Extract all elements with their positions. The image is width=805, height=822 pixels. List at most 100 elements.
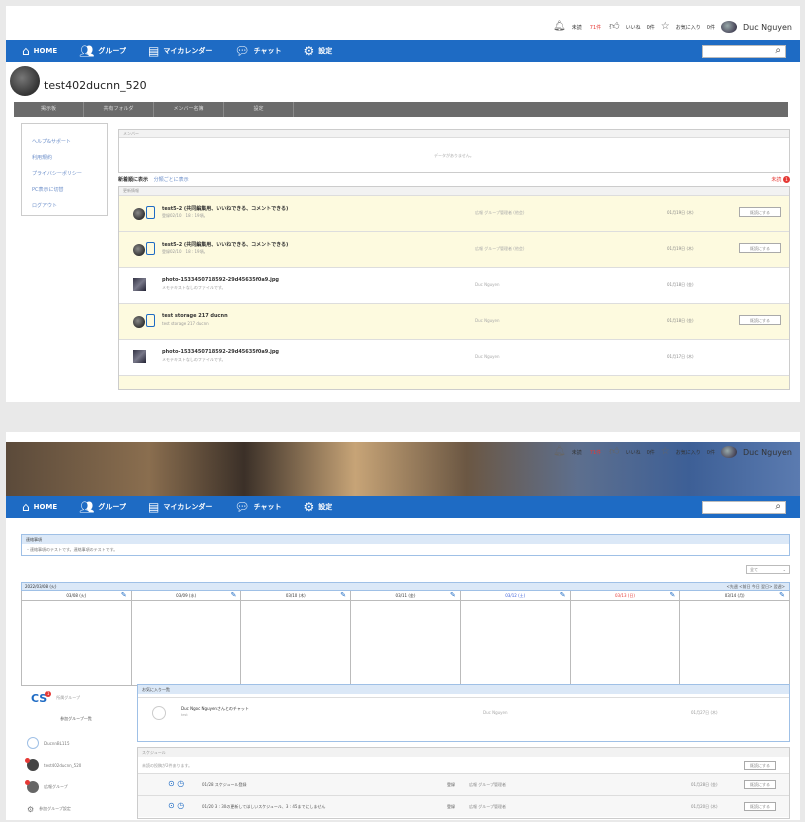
mark-read-button[interactable]: 既読にする [739,315,781,325]
likes-label[interactable]: いいね [626,24,641,31]
schedule-title[interactable]: 01/28 スケジュール登録 [202,782,247,788]
list-item[interactable]: ⊙ ◷ 01/20 3 : 30の更新してほしいスケジュール、3 : 45までに… [138,795,789,817]
avatar[interactable] [720,446,737,458]
list-item[interactable]: test5-2 (共同編集用、いいねできる、コメントできる) 登録02/10 1… [119,231,789,267]
sidebar-item-group-settings[interactable]: ⚙ 参加グループ設定 [21,798,131,820]
calendar-day-cell[interactable] [680,601,789,685]
edit-icon[interactable]: ✎ [121,590,127,600]
sidebar-item-pc-view[interactable]: PC表示に切替 [32,186,107,193]
group-icon: 👥︎ [79,44,95,58]
item-title[interactable]: photo-1533450718592-29d45635f0a9.jpg [162,349,279,355]
item-title[interactable]: photo-1533450718592-29d45635f0a9.jpg [162,277,279,283]
bell-icon[interactable]: 🔔︎ [553,447,566,457]
tab-board[interactable]: 掲示板 [14,102,84,117]
item-title[interactable]: test5-2 (共同編集用、いいねできる、コメントできる) [162,241,288,248]
nav-settings[interactable]: ⚙ 設定 [304,44,333,58]
calendar-nav[interactable]: <先週 <前日 今日 翌日> 翌週> [727,583,786,591]
nav-home[interactable]: ⌂ HOME [22,44,57,58]
calendar-day-cell[interactable] [461,601,570,685]
item-title[interactable]: test storage 217 ducnn [162,313,228,319]
nav-chat[interactable]: 💬︎ チャット [234,500,281,514]
nav-calendar[interactable]: ▤ マイカレンダー [148,500,212,514]
calendar-day-cell[interactable] [351,601,460,685]
schedule-title[interactable]: 01/20 3 : 30の更新してほしいスケジュール、3 : 45までにしません [202,804,325,810]
nav-settings[interactable]: ⚙ 設定 [304,500,333,514]
calendar-day-cell[interactable] [22,601,131,685]
like-icon[interactable]: 👍︎ [609,447,619,457]
fav-label[interactable]: お気に入り [676,449,701,456]
group-tabs: 掲示板 共有フォルダ メンバー名簿 設定 [14,102,788,117]
cs-logo[interactable]: CS 1 所属グループ [21,686,131,710]
sidebar-item-privacy[interactable]: プライバシーポリシー [32,170,107,177]
fav-label[interactable]: お気に入り [676,24,701,31]
bell-icon[interactable]: 🔔︎ [553,22,566,32]
list-item[interactable]: photo-1533450718592-29d45635f0a9.jpg メモテ… [119,339,789,375]
edit-icon[interactable]: ✎ [450,590,456,600]
sort-by-category-link[interactable]: 分類ごとに表示 [154,177,189,183]
search-icon[interactable]: ⌕ [775,501,781,512]
nav-group[interactable]: 👥︎ グループ [79,500,126,514]
calendar-day-column[interactable]: 03/11 (金) ✎ [351,591,461,686]
mark-all-read-button[interactable]: 既読にする [744,761,776,770]
calendar-day-header: 03/10 (木) ✎ [241,590,351,601]
list-item[interactable]: photo-1533450718592-29d45635f0a9.jpg メモテ… [119,267,789,303]
sidebar-item-group[interactable]: DucnnBL115 [21,732,131,754]
tab-member-list[interactable]: メンバー名簿 [154,102,224,117]
filter-select[interactable]: 全て ⌄ [746,565,790,574]
tab-shared-folder[interactable]: 共有フォルダ [84,102,154,117]
unread-label[interactable]: 未読 [572,24,582,31]
mark-read-button[interactable]: 既読にする [739,243,781,253]
user-name[interactable]: Duc Nguyen [743,23,792,32]
mark-read-button[interactable]: 既読にする [739,207,781,217]
nav-chat[interactable]: 💬︎ チャット [234,44,281,58]
calendar-day-column[interactable]: 03/14 (月) ✎ [680,590,791,686]
mark-read-button[interactable]: 既読にする [744,802,776,811]
list-item[interactable]: ⊙ ◷ 01/28 スケジュール登録 登録 広報 グループ管理者 01月28日 … [138,773,789,795]
sort-newest[interactable]: 新着順に表示 [118,177,148,183]
nav-calendar[interactable]: ▤ マイカレンダー [148,44,212,58]
calendar-day-column[interactable]: 03/09 (水) ✎ [131,590,242,686]
edit-icon[interactable]: ✎ [779,590,785,600]
sidebar-item-help[interactable]: ヘルプ&サポート [32,138,107,145]
sidebar-item-group[interactable]: test402ducnn_520 [21,754,131,776]
item-author: Duc Nguyen [475,318,500,323]
calendar-day-cell[interactable] [241,601,350,685]
unread-filter[interactable]: 未読 1 [771,176,790,183]
list-item[interactable]: Duc Ngoc Nguyenさんとのチャット test Duc Nguyen … [138,697,789,735]
star-icon[interactable]: ☆ [661,22,670,32]
calendar-day-column[interactable]: 03/13 (日) ✎ [570,590,681,686]
list-item[interactable]: test5-2 (共同編集用、いいねできる、コメントできる) 登録02/10 1… [119,195,789,231]
nav-home[interactable]: ⌂ HOME [22,500,57,514]
search-input[interactable]: ⌕ [702,45,786,58]
sidebar-item-logout[interactable]: ログアウト [32,202,107,209]
calendar-day-cell[interactable] [132,601,241,685]
item-title[interactable]: test5-2 (共同編集用、いいねできる、コメントできる) [162,205,288,212]
list-item[interactable]: test storage 217 ducnn test storage 217 … [119,303,789,339]
edit-icon[interactable]: ✎ [231,590,237,600]
search-input[interactable]: ⌕ [702,501,786,514]
likes-label[interactable]: いいね [626,449,641,456]
calendar-day-column[interactable]: 03/12 (土) ✎ [460,590,571,686]
calendar-day-cell[interactable] [571,601,680,685]
mark-read-button[interactable]: 既読にする [744,780,776,789]
unread-label[interactable]: 未読 [572,449,582,456]
avatar[interactable] [720,21,737,33]
tab-settings[interactable]: 設定 [224,102,294,117]
like-icon[interactable]: 👍︎ [609,22,619,32]
schedule-date: 01月28日 (金) [691,782,718,787]
item-sub: test storage 217 ducnn [162,321,209,326]
list-item[interactable] [119,375,789,389]
edit-icon[interactable]: ✎ [669,590,675,600]
fav-title[interactable]: Duc Ngoc Nguyenさんとのチャット [181,706,249,712]
search-icon[interactable]: ⌕ [775,45,781,56]
avatar [133,208,145,220]
star-icon[interactable]: ☆ [661,447,670,457]
sidebar-item-group[interactable]: 広報グループ [21,776,131,798]
edit-icon[interactable]: ✎ [560,590,566,600]
calendar-day-column[interactable]: 03/10 (木) ✎ [241,590,352,686]
nav-group[interactable]: 👥︎ グループ [79,44,126,58]
calendar-day-column[interactable]: 03/08 (火) ✎ [22,591,132,686]
sidebar-item-terms[interactable]: 利用規約 [32,154,107,161]
user-name[interactable]: Duc Nguyen [743,448,792,457]
edit-icon[interactable]: ✎ [340,590,346,600]
